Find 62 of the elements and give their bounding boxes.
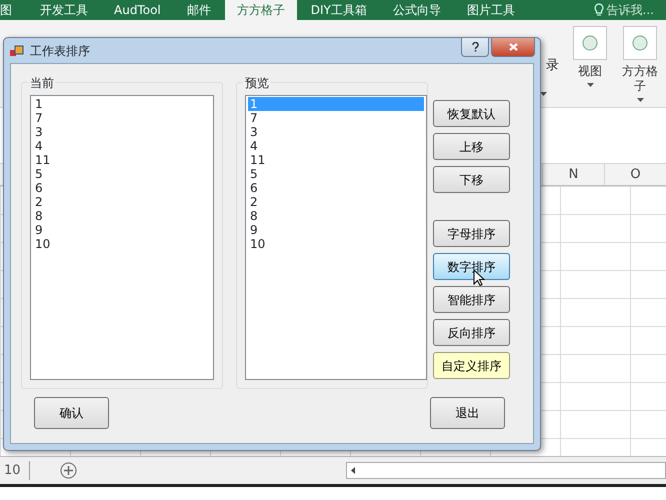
list-item[interactable]: 2 xyxy=(248,195,424,209)
ok-button[interactable]: 确认 xyxy=(34,397,109,429)
add-sheet-icon[interactable] xyxy=(60,462,77,479)
ribbon-tab[interactable]: 开发工具 xyxy=(28,0,100,20)
ribbon-tab[interactable]: 图片工具 xyxy=(454,0,527,20)
tell-me-search[interactable]: 告诉我... xyxy=(606,1,654,19)
dialog-button[interactable]: 智能排序 xyxy=(433,286,510,313)
list-item[interactable]: 1 xyxy=(33,97,211,111)
circle-icon xyxy=(581,34,599,52)
list-box[interactable]: 1 7 3 4 11 5 6 2 8 9 10 xyxy=(30,95,214,380)
column-header[interactable]: O xyxy=(604,164,666,185)
list-item[interactable]: 9 xyxy=(33,223,211,237)
ribbon-button[interactable]: 方方格子 xyxy=(618,26,662,102)
close-button[interactable] xyxy=(491,38,535,57)
list-item[interactable]: 4 xyxy=(33,139,211,153)
ribbon-tab[interactable]: AudTool xyxy=(102,0,173,20)
ribbon-tab[interactable]: 方方格子 xyxy=(224,0,297,20)
list-item[interactable]: 5 xyxy=(33,167,211,181)
list-item[interactable]: 8 xyxy=(248,209,424,223)
list-item[interactable]: 11 xyxy=(248,153,424,167)
list-item[interactable]: 9 xyxy=(248,223,424,237)
list-item[interactable]: 10 xyxy=(33,237,211,251)
help-button[interactable] xyxy=(461,38,489,57)
list-item[interactable]: 6 xyxy=(33,181,211,195)
app-icon xyxy=(10,44,24,56)
dialog-button[interactable]: 反向排序 xyxy=(433,319,510,346)
row-number: 10 xyxy=(0,460,30,480)
ribbon-tab[interactable]: 图 xyxy=(0,0,14,20)
list-item[interactable]: 8 xyxy=(33,209,211,223)
close-icon xyxy=(508,43,518,52)
circle-icon xyxy=(631,34,649,52)
ribbon-label: 录 xyxy=(546,57,559,75)
ribbon-tab[interactable]: DIY工具箱 xyxy=(298,0,379,20)
list-item[interactable]: 3 xyxy=(33,125,211,139)
ribbon-tab[interactable]: 邮件 xyxy=(174,0,223,20)
column-header[interactable]: N xyxy=(542,164,604,185)
lightbulb-icon xyxy=(594,3,604,17)
group-label: 预览 xyxy=(243,74,271,92)
dialog-button[interactable]: 字母排序 xyxy=(433,220,510,247)
list-item[interactable]: 3 xyxy=(248,125,424,139)
list-item[interactable]: 7 xyxy=(33,111,211,125)
list-box[interactable]: 1 7 3 4 11 5 6 2 8 9 10 xyxy=(245,95,427,380)
exit-button[interactable]: 退出 xyxy=(430,397,505,429)
dialog-title: 工作表排序 xyxy=(30,42,90,60)
list-item[interactable]: 2 xyxy=(33,195,211,209)
dialog-button[interactable]: 自定义排序 xyxy=(433,352,510,379)
list-item[interactable]: 11 xyxy=(33,153,211,167)
list-item[interactable]: 4 xyxy=(248,139,424,153)
list-item[interactable]: 10 xyxy=(248,237,424,251)
dialog-button[interactable]: 下移 xyxy=(433,166,510,193)
list-item[interactable]: 5 xyxy=(248,167,424,181)
horizontal-scrollbar[interactable] xyxy=(346,462,666,479)
help-icon xyxy=(472,42,478,52)
caret-icon xyxy=(586,83,594,87)
caret-icon xyxy=(540,92,547,96)
list-item[interactable]: 7 xyxy=(248,111,424,125)
caret-icon xyxy=(636,98,644,102)
list-item[interactable]: 6 xyxy=(248,181,424,195)
ribbon-button[interactable]: 视图 xyxy=(568,26,612,102)
dialog-button[interactable]: 上移 xyxy=(433,133,510,160)
ribbon-tab[interactable]: 公式向导 xyxy=(380,0,453,20)
dialog-button[interactable]: 恢复默认 xyxy=(433,100,510,127)
